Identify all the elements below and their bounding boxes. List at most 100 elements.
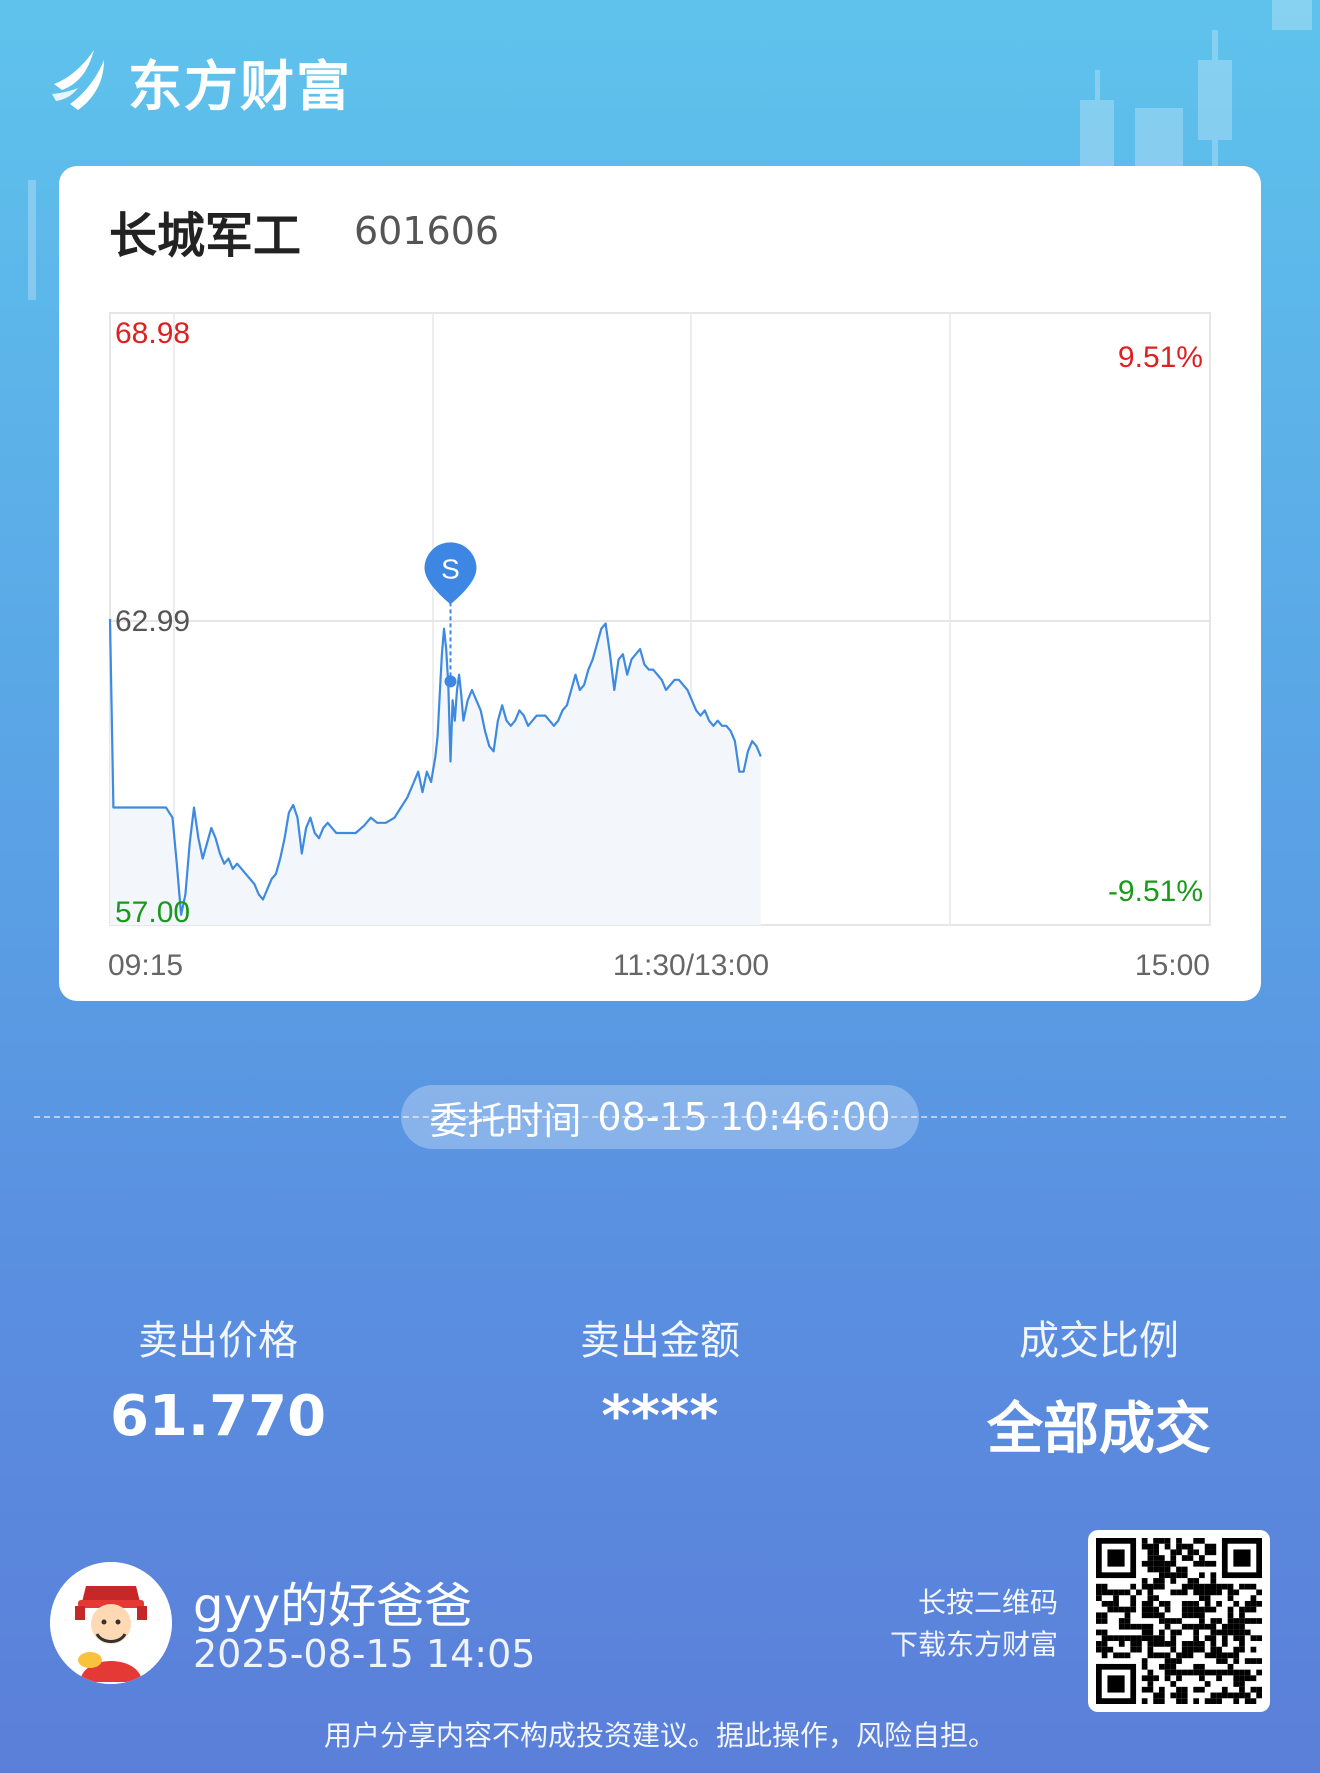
qr-module [1113, 1652, 1119, 1659]
marker-price-dot [444, 675, 457, 688]
qr-module [1227, 1583, 1234, 1590]
qr-module [1199, 1538, 1205, 1544]
qr-module [1101, 1641, 1108, 1647]
stat-sell-amount: 卖出金额 **** [480, 1308, 840, 1449]
qr-module [1216, 1698, 1222, 1704]
qr-module [1147, 1675, 1154, 1682]
qr-module [1239, 1641, 1245, 1647]
qr-module [1141, 1658, 1148, 1664]
qr-module [1256, 1589, 1262, 1596]
qr-module [1233, 1635, 1240, 1642]
qr-module [1158, 1635, 1165, 1642]
qr-module [1233, 1600, 1240, 1607]
qr-module [1176, 1629, 1182, 1636]
qr-module [1136, 1646, 1142, 1653]
qr-module [1130, 1641, 1137, 1647]
qr-module [1204, 1583, 1211, 1590]
qr-module [1187, 1543, 1194, 1550]
share-time: 2025-08-15 14:05 [193, 1632, 536, 1676]
qr-module [1233, 1652, 1240, 1659]
qr-module [1187, 1606, 1194, 1613]
qr-module [1216, 1629, 1222, 1636]
avatar[interactable] [50, 1562, 172, 1684]
qr-module [1256, 1600, 1262, 1607]
qr-module [1193, 1641, 1200, 1647]
qr-module [1193, 1538, 1200, 1544]
qr-module [1153, 1538, 1159, 1544]
qr-module [1256, 1686, 1262, 1693]
qr-module [1158, 1698, 1165, 1704]
qr-module [1244, 1675, 1251, 1682]
qr-module [1187, 1612, 1194, 1619]
qr-module [1147, 1555, 1154, 1561]
qr-module [1164, 1538, 1171, 1544]
qr-module [1187, 1578, 1194, 1584]
qr-module [1181, 1555, 1188, 1561]
qr-module [1158, 1618, 1165, 1624]
stat-value: **** [601, 1384, 719, 1449]
qr-module [1141, 1583, 1148, 1590]
stock-card: 长城军工 601606 S 68.98 62.99 57.00 9.51% -9… [59, 166, 1261, 1001]
qr-module [1158, 1641, 1165, 1647]
stat-label: 成交比例 [1019, 1318, 1179, 1364]
qr-module [1250, 1698, 1257, 1704]
qr-module [1227, 1692, 1234, 1699]
qr-module [1244, 1698, 1251, 1704]
qr-module [1193, 1669, 1200, 1676]
qr-module [1124, 1618, 1131, 1624]
qr-module [1233, 1692, 1240, 1699]
qr-module [1250, 1618, 1257, 1624]
qr-module [1141, 1612, 1148, 1619]
qr-module [1118, 1635, 1125, 1642]
qr-module [1101, 1589, 1108, 1596]
qr-module [1239, 1692, 1245, 1699]
qr-module [1141, 1543, 1148, 1550]
qr-module [1193, 1560, 1200, 1567]
qr-module [1170, 1635, 1177, 1642]
qr-module [1176, 1543, 1182, 1550]
qr-module [1193, 1635, 1200, 1642]
qr-module [1170, 1669, 1177, 1676]
qr-module [1147, 1612, 1154, 1619]
qr-module [1153, 1675, 1159, 1682]
qr-module [1227, 1606, 1234, 1613]
qr-module [1210, 1589, 1217, 1596]
qr-module [1181, 1606, 1188, 1613]
qr-module [1210, 1578, 1217, 1584]
qr-module [1164, 1560, 1171, 1567]
qr-module [1141, 1538, 1148, 1544]
qr-module [1221, 1669, 1228, 1676]
qr-module [1147, 1549, 1154, 1556]
qr-module [1176, 1572, 1182, 1579]
qr-module [1187, 1646, 1194, 1653]
x-label-close: 15:00 [1135, 949, 1210, 982]
y-label-min: 57.00 [115, 896, 190, 929]
qr-module [1113, 1606, 1119, 1613]
qr-module [1221, 1692, 1228, 1699]
qr-module [1118, 1623, 1125, 1630]
marker-label: S [441, 553, 460, 584]
qr-code[interactable] [1088, 1530, 1270, 1712]
qr-module [1256, 1658, 1262, 1664]
qr-module [1227, 1612, 1234, 1619]
y-label-max: 68.98 [115, 317, 190, 350]
qr-module [1199, 1560, 1205, 1567]
qr-module [1147, 1589, 1154, 1596]
qr-module [1187, 1583, 1194, 1590]
stat-value: 全部成交 [987, 1397, 1211, 1462]
qr-module [1136, 1635, 1142, 1642]
qr-module [1227, 1652, 1234, 1659]
qr-module [1204, 1698, 1211, 1704]
qr-module [1210, 1641, 1217, 1647]
qr-module [1199, 1686, 1205, 1693]
qr-module [1147, 1646, 1154, 1653]
qr-module [1216, 1618, 1222, 1624]
qr-module [1147, 1629, 1154, 1636]
qr-module [1210, 1583, 1217, 1590]
qr-module [1216, 1692, 1222, 1699]
qr-module [1221, 1641, 1228, 1647]
qr-module [1239, 1669, 1245, 1676]
qr-module [1176, 1686, 1182, 1693]
qr-module [1199, 1669, 1205, 1676]
qr-module [1170, 1658, 1177, 1664]
